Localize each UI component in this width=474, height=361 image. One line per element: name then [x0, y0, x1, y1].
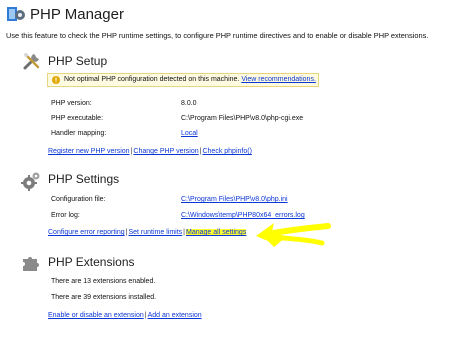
php-executable-label: PHP executable:: [51, 115, 104, 122]
setup-tools-icon: [22, 51, 42, 71]
handler-mapping-label: Handler mapping:: [51, 130, 107, 137]
extensions-enabled-text: There are 13 extensions enabled.: [51, 278, 156, 285]
warning-banner: Not optimal PHP configuration detected o…: [47, 73, 319, 87]
settings-actions: Configure error reporting|Set runtime li…: [48, 229, 247, 236]
manage-all-settings-link[interactable]: Manage all settings: [186, 229, 247, 236]
register-php-version-link[interactable]: Register new PHP version: [48, 148, 130, 155]
set-runtime-limits-link[interactable]: Set runtime limits: [128, 229, 182, 236]
change-php-version-link[interactable]: Change PHP version: [133, 148, 198, 155]
extensions-actions: Enable or disable an extension|Add an ex…: [48, 312, 202, 319]
handler-mapping-link[interactable]: Local: [181, 130, 198, 137]
configuration-file-link[interactable]: C:\Program Files\PHP\v8.0\php.ini: [181, 196, 288, 203]
section-title-extensions: PHP Extensions: [48, 255, 135, 269]
section-title-settings: PHP Settings: [48, 172, 120, 186]
php-version-value: 8.0.0: [181, 100, 197, 107]
extensions-puzzle-icon: [21, 254, 41, 272]
enable-disable-extension-link[interactable]: Enable or disable an extension: [48, 312, 144, 319]
error-log-label: Error log:: [51, 212, 80, 219]
settings-gear-icon: [21, 171, 41, 191]
setup-actions: Register new PHP version|Change PHP vers…: [48, 148, 252, 155]
page-description: Use this feature to check the PHP runtim…: [6, 31, 429, 40]
configure-error-reporting-link[interactable]: Configure error reporting: [48, 229, 125, 236]
page-title: PHP Manager: [30, 6, 124, 23]
php-version-label: PHP version:: [51, 100, 92, 107]
warning-icon: [52, 76, 60, 84]
php-manager-icon: [6, 5, 26, 23]
section-title-setup: PHP Setup: [48, 54, 108, 68]
check-phpinfo-link[interactable]: Check phpinfo(): [202, 148, 251, 155]
warning-text: Not optimal PHP configuration detected o…: [64, 76, 240, 83]
extensions-installed-text: There are 39 extensions installed.: [51, 294, 157, 301]
view-recommendations-link[interactable]: View recommendations.: [241, 76, 316, 83]
configuration-file-label: Configuration file:: [51, 196, 106, 203]
annotation-arrow: [252, 217, 332, 253]
php-executable-value: C:\Program Files\PHP\v8.0\php-cgi.exe: [181, 115, 304, 122]
add-extension-link[interactable]: Add an extension: [148, 312, 202, 319]
